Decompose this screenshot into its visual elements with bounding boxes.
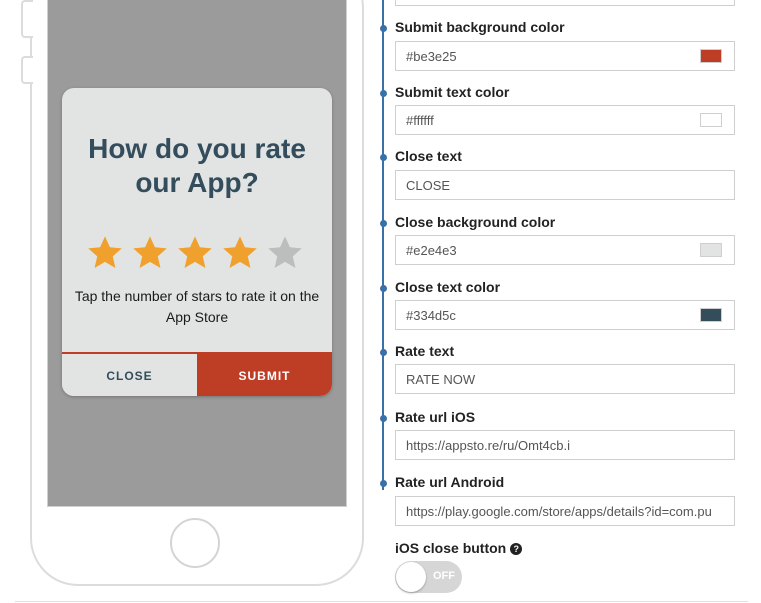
close-bg-value: #e2e4e3 xyxy=(406,242,457,258)
toggle-knob[interactable] xyxy=(396,562,426,592)
star-filled-icon[interactable] xyxy=(131,234,169,272)
submit-bg-input[interactable]: #be3e25 xyxy=(395,41,735,71)
ios-close-button-toggle[interactable]: OFF xyxy=(395,561,462,593)
star-empty-icon[interactable] xyxy=(266,234,304,272)
rate-text-value: RATE NOW xyxy=(406,371,476,387)
submit-bg-label: Submit background color xyxy=(395,19,565,35)
submit-bg-value: #be3e25 xyxy=(406,48,457,64)
question-circle-icon[interactable]: ? xyxy=(510,543,523,555)
dialog-title: How do you rate our App? xyxy=(88,133,306,198)
rating-dialog: How do you rate our App? Tap the number … xyxy=(62,88,332,396)
close-text-color-value: #334d5c xyxy=(406,307,456,323)
close-text-label: Close text xyxy=(395,148,462,164)
rate-url-ios-label: Rate url iOS xyxy=(395,409,476,425)
rate-url-android-value: https://play.google.com/store/apps/detai… xyxy=(406,503,712,519)
close-bg-input[interactable]: #e2e4e3 xyxy=(395,235,735,265)
timeline-dot xyxy=(380,415,387,422)
toggle-state-text: OFF xyxy=(433,570,455,582)
close-text-color-label: Close text color xyxy=(395,279,501,295)
star-filled-icon[interactable] xyxy=(221,234,259,272)
timeline-dot xyxy=(380,154,387,161)
rate-text-label: Rate text xyxy=(395,343,455,359)
rate-url-ios-value: https://appsto.re/ru/Omt4cb.i xyxy=(406,437,571,453)
rate-url-android-input[interactable]: https://play.google.com/store/apps/detai… xyxy=(395,496,735,526)
star-rating[interactable] xyxy=(86,234,308,274)
dialog-buttons: CLOSE SUBMIT xyxy=(62,352,332,396)
phone-home-button xyxy=(170,518,220,568)
close-text-value: CLOSE xyxy=(406,177,451,193)
close-text-color-input[interactable]: #334d5c xyxy=(395,300,735,330)
close-bg-label: Close background color xyxy=(395,214,556,230)
close-text-input[interactable]: CLOSE xyxy=(395,170,735,200)
rate-text-input[interactable]: RATE NOW xyxy=(395,364,735,394)
submit-text-color-label: Submit text color xyxy=(395,84,510,100)
timeline-dot xyxy=(380,285,387,292)
star-filled-icon[interactable] xyxy=(176,234,214,272)
phone-side-button xyxy=(21,0,33,38)
rate-url-android-label: Rate url Android xyxy=(395,474,505,490)
timeline-dot xyxy=(380,90,387,97)
dialog-close-button[interactable]: CLOSE xyxy=(62,354,197,396)
timeline-dot xyxy=(380,220,387,227)
close-bg-swatch[interactable] xyxy=(700,243,722,257)
submit-bg-swatch[interactable] xyxy=(700,49,722,63)
ios-close-button-label-text: iOS close button xyxy=(395,540,507,556)
star-filled-icon[interactable] xyxy=(86,234,124,272)
previous-field-input[interactable] xyxy=(395,0,735,6)
timeline-dot xyxy=(380,480,387,487)
submit-text-color-value: #ffffff xyxy=(406,112,434,128)
submit-text-color-swatch[interactable] xyxy=(700,113,722,127)
ios-close-button-label: iOS close button? xyxy=(395,540,523,556)
phone-side-button xyxy=(21,56,33,84)
submit-text-color-input[interactable]: #ffffff xyxy=(395,105,735,135)
timeline-dot xyxy=(380,349,387,356)
close-text-color-swatch[interactable] xyxy=(700,308,722,322)
rate-url-ios-input[interactable]: https://appsto.re/ru/Omt4cb.i xyxy=(395,430,735,460)
dialog-submit-button[interactable]: SUBMIT xyxy=(197,354,332,396)
timeline-dot xyxy=(380,25,387,32)
dialog-instruction: Tap the number of stars to rate it on th… xyxy=(74,288,320,325)
divider xyxy=(15,601,748,602)
